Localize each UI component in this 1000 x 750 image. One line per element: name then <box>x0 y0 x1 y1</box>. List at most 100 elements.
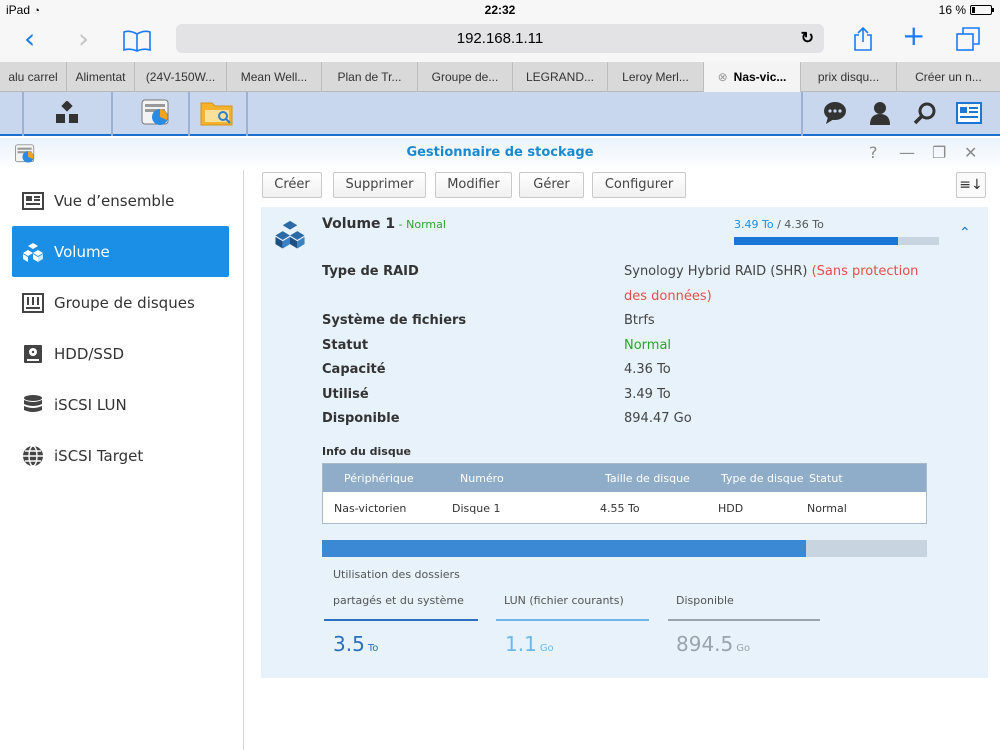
lun-legend-line <box>496 619 649 621</box>
volume-panel: Volume 1 - Normal 3.49 To / 4.36 To ⌃ Ty… <box>261 207 988 678</box>
close-tab-icon[interactable]: ⊗ <box>718 70 728 84</box>
window-titlebar: Gestionnaire de stockage ? — ❐ ✕ <box>0 138 1000 170</box>
column-header[interactable]: Taille de disque <box>605 472 690 485</box>
sidebar-item-iscsi-target[interactable]: iSCSI Target <box>12 430 229 481</box>
user-icon[interactable] <box>857 96 903 130</box>
sidebar-item-label: iSCSI LUN <box>54 395 127 414</box>
table-cell: 4.55 To <box>600 502 640 515</box>
shared-label-line2: partagés et du système <box>333 594 464 607</box>
widgets-icon[interactable] <box>946 96 992 130</box>
configure-button[interactable]: Configurer <box>592 172 686 198</box>
restore-icon[interactable]: ❐ <box>932 143 946 162</box>
volume-usage-fill <box>734 237 898 245</box>
dsm-taskbar <box>0 92 1000 136</box>
battery-status: 16 % <box>938 3 994 17</box>
bookmarks-icon[interactable] <box>122 28 152 58</box>
browser-tab[interactable]: Mean Well... <box>227 62 322 92</box>
browser-tab[interactable]: Groupe de... <box>418 62 513 92</box>
volume-name: Volume 1 <box>322 216 396 232</box>
browser-tab[interactable]: LEGRAND... <box>513 62 608 92</box>
back-icon[interactable]: ‹ <box>24 24 35 54</box>
sidebar-item-overview[interactable]: Vue d’ensemble <box>12 175 229 226</box>
chevron-up-icon[interactable]: ⌃ <box>959 225 971 241</box>
free-label: Disponible <box>676 594 734 607</box>
volume-title: Volume 1 - Normal <box>322 216 446 232</box>
browser-tab[interactable]: Alimentat <box>67 62 135 92</box>
hdd-icon <box>22 343 44 365</box>
share-icon[interactable] <box>852 26 874 58</box>
raid-warning-continued: des données) <box>624 289 712 304</box>
column-header[interactable]: Périphérique <box>344 472 414 485</box>
battery-percent: 16 % <box>938 3 966 17</box>
manage-button[interactable]: Gérer <box>519 172 584 198</box>
browser-tab[interactable]: prix disqu... <box>801 62 897 92</box>
sort-icon[interactable]: ≡↓ <box>956 172 986 198</box>
browser-tab-label: Nas-vic... <box>733 70 787 84</box>
used-value: 3.49 To <box>624 387 671 402</box>
ios-status-bar: iPad ◔ 22:32 16 % <box>0 0 1000 20</box>
url-text: 192.168.1.11 <box>456 30 544 47</box>
browser-toolbar: ‹ › 192.168.1.11 ↻ + <box>0 20 1000 62</box>
shared-label-line1: Utilisation des dossiers <box>333 568 460 581</box>
raid-warning-line2: des données) <box>624 289 712 304</box>
globe-icon <box>22 444 44 467</box>
create-button[interactable]: Créer <box>262 172 322 198</box>
new-tab-icon[interactable]: + <box>902 21 925 51</box>
search-icon[interactable] <box>902 96 948 130</box>
browser-tab[interactable]: Leroy Merl... <box>608 62 704 92</box>
clock: 22:32 <box>484 3 516 17</box>
table-cell: HDD <box>718 502 744 515</box>
table-cell: Normal <box>807 502 847 515</box>
main-menu-icon[interactable] <box>44 96 90 130</box>
forward-icon[interactable]: › <box>78 24 89 54</box>
column-header[interactable]: Type de disque <box>721 472 804 485</box>
volume-used: 3.49 To <box>734 218 774 231</box>
delete-button[interactable]: Supprimer <box>333 172 426 198</box>
sidebar-item-label: Vue d’ensemble <box>54 191 175 210</box>
help-icon[interactable]: ? <box>869 143 878 162</box>
sidebar-item-iscsi-lun[interactable]: iSCSI LUN <box>12 379 229 430</box>
raid-type: Synology Hybrid RAID (SHR) <box>624 264 808 279</box>
disk-group-icon <box>22 292 44 314</box>
status-value: Normal <box>624 338 672 353</box>
close-icon[interactable]: ✕ <box>964 143 977 162</box>
disk-info-table: Périphérique Numéro Taille de disque Typ… <box>322 463 927 524</box>
free-unit: Go <box>736 643 751 654</box>
file-station-icon[interactable] <box>194 96 240 130</box>
column-header[interactable]: Statut <box>809 472 843 485</box>
storage-manager-app-icon[interactable] <box>134 96 180 130</box>
browser-tab[interactable]: Créer un n... <box>897 62 1000 92</box>
raid-label: Type de RAID <box>322 264 419 279</box>
tabs-overview-icon[interactable] <box>955 26 981 58</box>
battery-icon <box>970 5 994 15</box>
volume-icon <box>274 217 306 255</box>
taskbar-divider <box>801 92 803 136</box>
window-title: Gestionnaire de stockage <box>406 145 594 160</box>
browser-tab-active[interactable]: ⊗ Nas-vic... <box>704 62 801 92</box>
allocation-bar-fill <box>322 540 806 557</box>
volume-total: 4.36 To <box>784 218 824 231</box>
volume-usage-text: 3.49 To / 4.36 To <box>734 218 824 231</box>
free-legend-line <box>668 619 820 621</box>
shared-usage-label: Utilisation des dossiers partagés et du … <box>333 562 464 614</box>
taskbar-divider <box>246 92 248 136</box>
lun-number: 1.1 <box>505 632 537 656</box>
sidebar-item-volume[interactable]: Volume <box>12 226 229 277</box>
column-header[interactable]: Numéro <box>460 472 504 485</box>
volume-usage-bar <box>734 237 939 245</box>
messages-icon[interactable] <box>812 96 858 130</box>
browser-tab[interactable]: alu carrel <box>0 62 67 92</box>
address-bar[interactable]: 192.168.1.11 ↻ <box>176 24 824 53</box>
shared-number: 3.5 <box>333 632 365 656</box>
sidebar-item-hdd-ssd[interactable]: HDD/SSD <box>12 328 229 379</box>
browser-tab[interactable]: (24V-150W... <box>135 62 227 92</box>
browser-tabs: alu carrel Alimentat (24V-150W... Mean W… <box>0 62 1000 92</box>
reload-icon[interactable]: ↻ <box>801 24 814 53</box>
table-header: Périphérique Numéro Taille de disque Typ… <box>323 464 926 492</box>
sidebar-item-disk-group[interactable]: Groupe de disques <box>12 277 229 328</box>
minimize-icon[interactable]: — <box>899 143 915 162</box>
browser-tab[interactable]: Plan de Tr... <box>322 62 418 92</box>
sidebar-item-label: Volume <box>54 242 110 261</box>
edit-button[interactable]: Modifier <box>435 172 512 198</box>
raid-warning: (Sans protection <box>811 264 919 279</box>
